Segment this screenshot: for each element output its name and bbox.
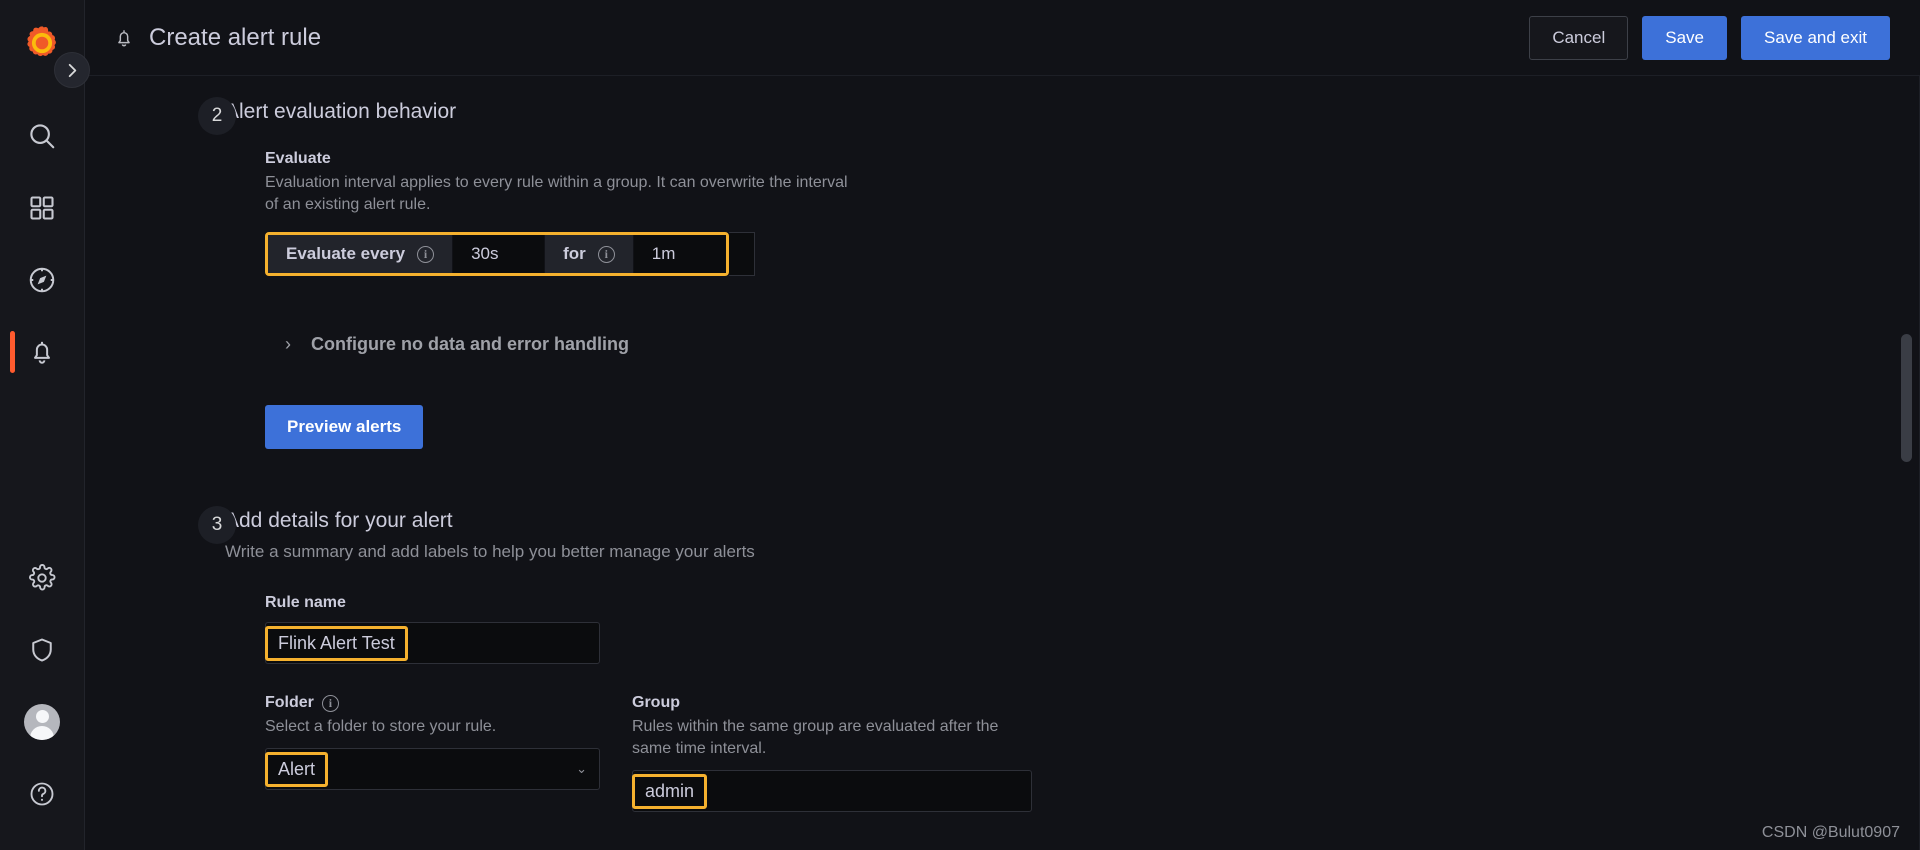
evaluate-description: Evaluation interval applies to every rul… — [265, 174, 848, 214]
folder-field: Folder i Select a folder to store your r… — [265, 694, 600, 812]
info-icon[interactable]: i — [417, 245, 435, 263]
avatar[interactable] — [24, 704, 60, 740]
folder-value: Alert — [265, 751, 329, 787]
configure-no-data-label: Configure no data and error handling — [311, 334, 630, 355]
save-and-exit-button[interactable]: Save and exit — [1740, 15, 1890, 60]
group-value: admin — [632, 773, 708, 809]
evaluate-row-trailing — [728, 232, 755, 277]
watermark: CSDN @Bulut0907 — [1761, 824, 1900, 841]
group-field: Group Rules within the same group are ev… — [632, 694, 1032, 813]
folder-label: Folder — [265, 694, 314, 712]
sidebar-item-search[interactable] — [0, 100, 85, 172]
step-3-badge: 3 — [198, 506, 236, 545]
rule-name-label: Rule name — [265, 594, 346, 612]
folder-select[interactable]: Alert ⌄ — [265, 748, 600, 791]
chevron-down-icon[interactable]: ⌄ — [576, 761, 587, 777]
main-area: Create alert rule Cancel Save Save and e… — [85, 0, 1920, 850]
sidebar-item-server-admin[interactable] — [0, 614, 85, 686]
sidebar — [0, 0, 90, 850]
group-input[interactable]: admin — [632, 770, 1032, 813]
evaluate-for-input[interactable]: 1m — [633, 235, 726, 274]
step-3-section: 3 Add details for your alert Write a sum… — [85, 506, 1920, 813]
info-icon[interactable]: i — [321, 694, 339, 712]
evaluate-every-label-segment: Evaluate every i — [268, 235, 454, 274]
step-3-description: Write a summary and add labels to help y… — [225, 542, 755, 562]
step-2-title: Alert evaluation behavior — [225, 100, 457, 123]
group-description: Rules within the same group are evaluate… — [632, 718, 999, 758]
folder-description: Select a folder to store your rule. — [265, 718, 497, 736]
evaluate-for-label-segment: for i — [545, 235, 634, 274]
step-2-section: 2 Alert evaluation behavior Evaluate Eva… — [85, 97, 1920, 450]
sidebar-item-configuration[interactable] — [0, 542, 85, 614]
sidebar-item-explore[interactable] — [0, 244, 85, 316]
grafana-logo[interactable] — [21, 22, 63, 64]
page-title: Create alert rule — [149, 23, 322, 51]
sidebar-item-profile[interactable] — [0, 686, 85, 758]
page-title-group: Create alert rule — [113, 24, 321, 52]
topbar-actions: Cancel Save Save and exit — [1529, 15, 1890, 60]
step-3-title: Add details for your alert — [225, 509, 453, 533]
expand-menu-button[interactable] — [54, 52, 90, 88]
evaluate-label: Evaluate — [265, 150, 331, 167]
evaluate-every-label: Evaluate every — [286, 244, 406, 264]
preview-alerts-button[interactable]: Preview alerts — [265, 405, 424, 450]
content: 2 Alert evaluation behavior Evaluate Eva… — [85, 76, 1920, 850]
sidebar-item-help[interactable] — [0, 758, 85, 830]
info-icon[interactable]: i — [597, 245, 615, 263]
rule-name-value: Flink Alert Test — [265, 625, 408, 661]
avatar-head — [35, 710, 49, 723]
rule-name-input[interactable]: Flink Alert Test — [265, 622, 600, 665]
folder-label-row: Folder i — [265, 694, 600, 712]
cancel-button[interactable]: Cancel — [1529, 15, 1629, 60]
configure-no-data-toggle[interactable]: › Configure no data and error handling — [265, 334, 1920, 355]
sidebar-item-dashboards[interactable] — [0, 172, 85, 244]
sidebar-item-alerting[interactable] — [0, 316, 85, 388]
step-2-badge: 2 — [198, 97, 236, 135]
content-scroll-area[interactable]: 2 Alert evaluation behavior Evaluate Eva… — [85, 76, 1920, 850]
evaluate-every-input[interactable]: 30s — [453, 235, 546, 274]
group-label: Group — [632, 694, 680, 712]
details-panel: Rule name Flink Alert Test Folder i Sele… — [225, 594, 1920, 813]
folder-group-row: Folder i Select a folder to store your r… — [265, 694, 1920, 813]
evaluate-row: Evaluate every i 30s for i 1m — [265, 216, 1920, 277]
evaluate-panel: Evaluate Evaluation interval applies to … — [225, 150, 1920, 450]
bell-icon — [113, 27, 135, 49]
chevron-right-icon: › — [285, 334, 291, 355]
evaluate-for-label: for — [563, 244, 586, 264]
vertical-scrollbar[interactable] — [1901, 334, 1912, 462]
save-button[interactable]: Save — [1642, 15, 1727, 60]
topbar: Create alert rule Cancel Save Save and e… — [85, 0, 1920, 76]
evaluate-group-highlight: Evaluate every i 30s for i 1m — [265, 232, 729, 277]
avatar-body — [30, 726, 54, 740]
